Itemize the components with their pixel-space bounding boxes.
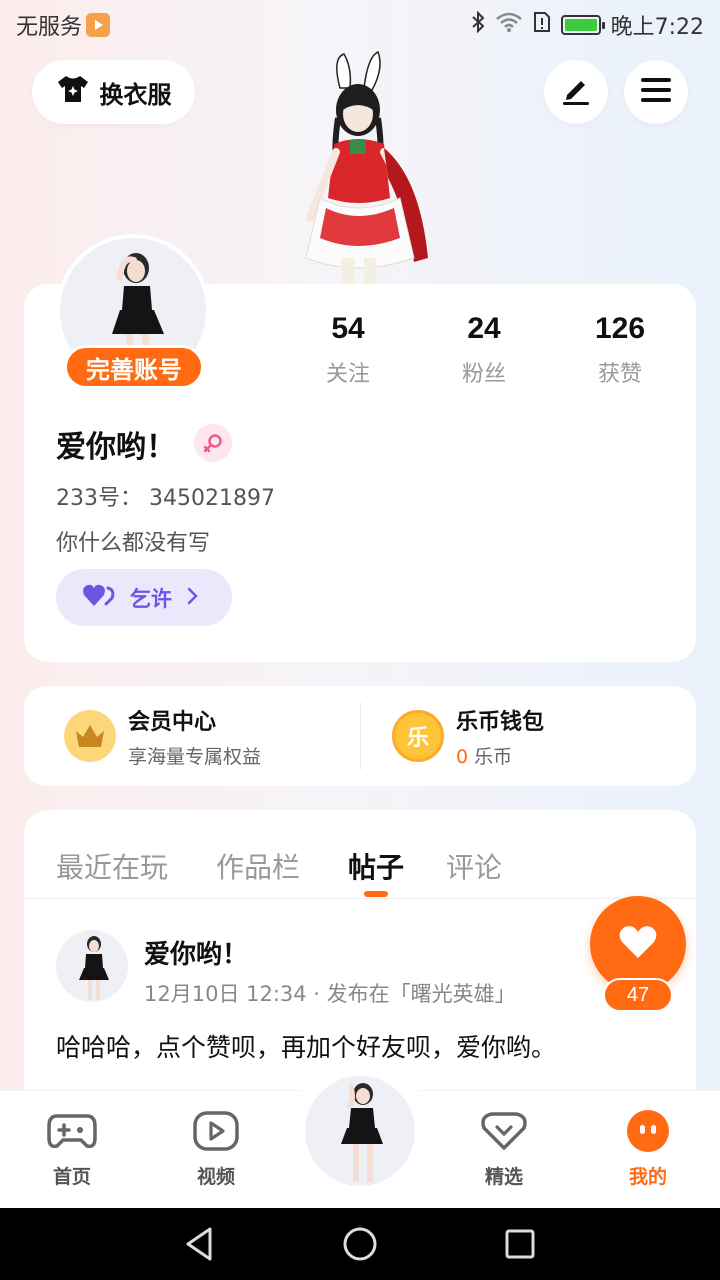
sim-alert-icon [533, 11, 551, 39]
back-icon[interactable] [180, 1224, 220, 1264]
female-gender-icon [194, 424, 232, 462]
hamburger-icon [640, 76, 672, 108]
clock: 晚上7:22 [610, 15, 704, 40]
heart-icon [618, 924, 658, 964]
vip-center-title: 会员中心 [128, 709, 217, 735]
gamepad-icon [22, 1108, 122, 1154]
nickname: 爱你哟！ [56, 430, 176, 465]
complete-account-badge[interactable]: 完善账号 [64, 345, 204, 389]
tab-works[interactable]: 作品栏 [216, 846, 300, 886]
carrier-text: 无服务 [16, 15, 83, 40]
stat-following-value: 54 [331, 312, 365, 345]
vip-center-subtitle: 享海量专属权益 [128, 745, 262, 768]
nav-center-avatar[interactable] [305, 1076, 415, 1186]
wallet-amount: 0 [456, 745, 469, 768]
heart-gem-icon [454, 1108, 554, 1154]
wallet-balance: 0 乐币 [456, 742, 544, 769]
tab-comments[interactable]: 评论 [446, 846, 502, 886]
tab-recently-played[interactable]: 最近在玩 [56, 846, 168, 886]
crown-icon [64, 710, 116, 762]
post-author-avatar[interactable] [56, 930, 128, 1002]
nav-video[interactable]: 视频 [166, 1108, 266, 1189]
nav-me-label: 我的 [628, 1166, 667, 1188]
heart-pair-icon [82, 582, 116, 613]
nav-me[interactable]: 我的 [598, 1108, 698, 1189]
member-wallet-card: 会员中心 享海量专属权益 乐 乐币钱包 0 乐币 [24, 686, 696, 786]
system-nav-bar [0, 1208, 720, 1280]
nav-home-label: 首页 [52, 1166, 91, 1188]
pencil-icon [559, 73, 593, 111]
tab-posts[interactable]: 帖子 [348, 846, 404, 886]
nav-featured[interactable]: 精选 [454, 1108, 554, 1189]
status-left: 无服务 [16, 9, 111, 41]
profile-stats: 54 关注 24 粉丝 126 获赞 [280, 312, 696, 392]
nav-home[interactable]: 首页 [22, 1108, 122, 1189]
post-author-name[interactable]: 爱你哟！ [144, 934, 248, 971]
vip-center-entry[interactable]: 会员中心 享海量专属权益 [64, 686, 261, 786]
status-bar: 无服务 晚上7:22 [0, 0, 720, 50]
edit-profile-button[interactable] [544, 60, 608, 124]
chevron-right-icon [186, 586, 198, 610]
menu-button[interactable] [624, 60, 688, 124]
stat-followers-label: 粉丝 [461, 362, 506, 387]
nav-featured-label: 精选 [484, 1166, 523, 1188]
battery-icon [560, 15, 605, 35]
status-right: 晚上7:22 [471, 9, 704, 41]
bluetooth-icon [471, 10, 485, 39]
stat-followers[interactable]: 24 粉丝 [424, 312, 544, 388]
video-play-icon [166, 1108, 266, 1154]
tab-divider [24, 898, 696, 899]
change-outfit-button[interactable]: 换衣服 [32, 60, 195, 124]
stat-likes-label: 获赞 [597, 362, 642, 387]
home-circle-icon[interactable] [340, 1224, 380, 1264]
change-outfit-label: 换衣服 [99, 80, 172, 109]
stat-following-label: 关注 [325, 362, 370, 387]
wifi-icon [495, 11, 523, 39]
le-coin-char: 乐 [406, 726, 429, 751]
tshirt-icon [56, 74, 90, 110]
wallet-entry[interactable]: 乐 乐币钱包 0 乐币 [392, 686, 544, 786]
account-id: 233号： 345021897 [56, 486, 275, 511]
post-text[interactable]: 哈哈哈，点个赞呗，再加个好友呗，爱你哟。 [56, 1028, 556, 1064]
recents-square-icon[interactable] [500, 1224, 540, 1264]
relationship-tag-label: 乞许 [130, 586, 172, 611]
stat-likes-value: 126 [594, 312, 646, 345]
nav-video-label: 视频 [196, 1166, 235, 1188]
tab-active-indicator [364, 891, 388, 897]
bio-text: 你什么都没有写 [56, 531, 211, 556]
post-meta: 12月10日 12:34 · 发布在「曙光英雄」 [144, 982, 516, 1006]
avatar-character-figure[interactable] [280, 48, 440, 293]
relationship-tag-button[interactable]: 乞许 [56, 569, 232, 626]
stat-following[interactable]: 54 关注 [288, 312, 408, 388]
video-app-icon [86, 13, 111, 37]
wallet-unit: 乐币 [474, 745, 513, 768]
stat-likes[interactable]: 126 获赞 [560, 312, 680, 388]
stat-followers-value: 24 [467, 312, 501, 345]
member-divider [360, 702, 361, 770]
wallet-title: 乐币钱包 [456, 709, 545, 735]
like-count-badge: 47 [603, 978, 673, 1012]
le-coin-icon: 乐 [392, 710, 444, 762]
me-face-icon [598, 1108, 698, 1154]
